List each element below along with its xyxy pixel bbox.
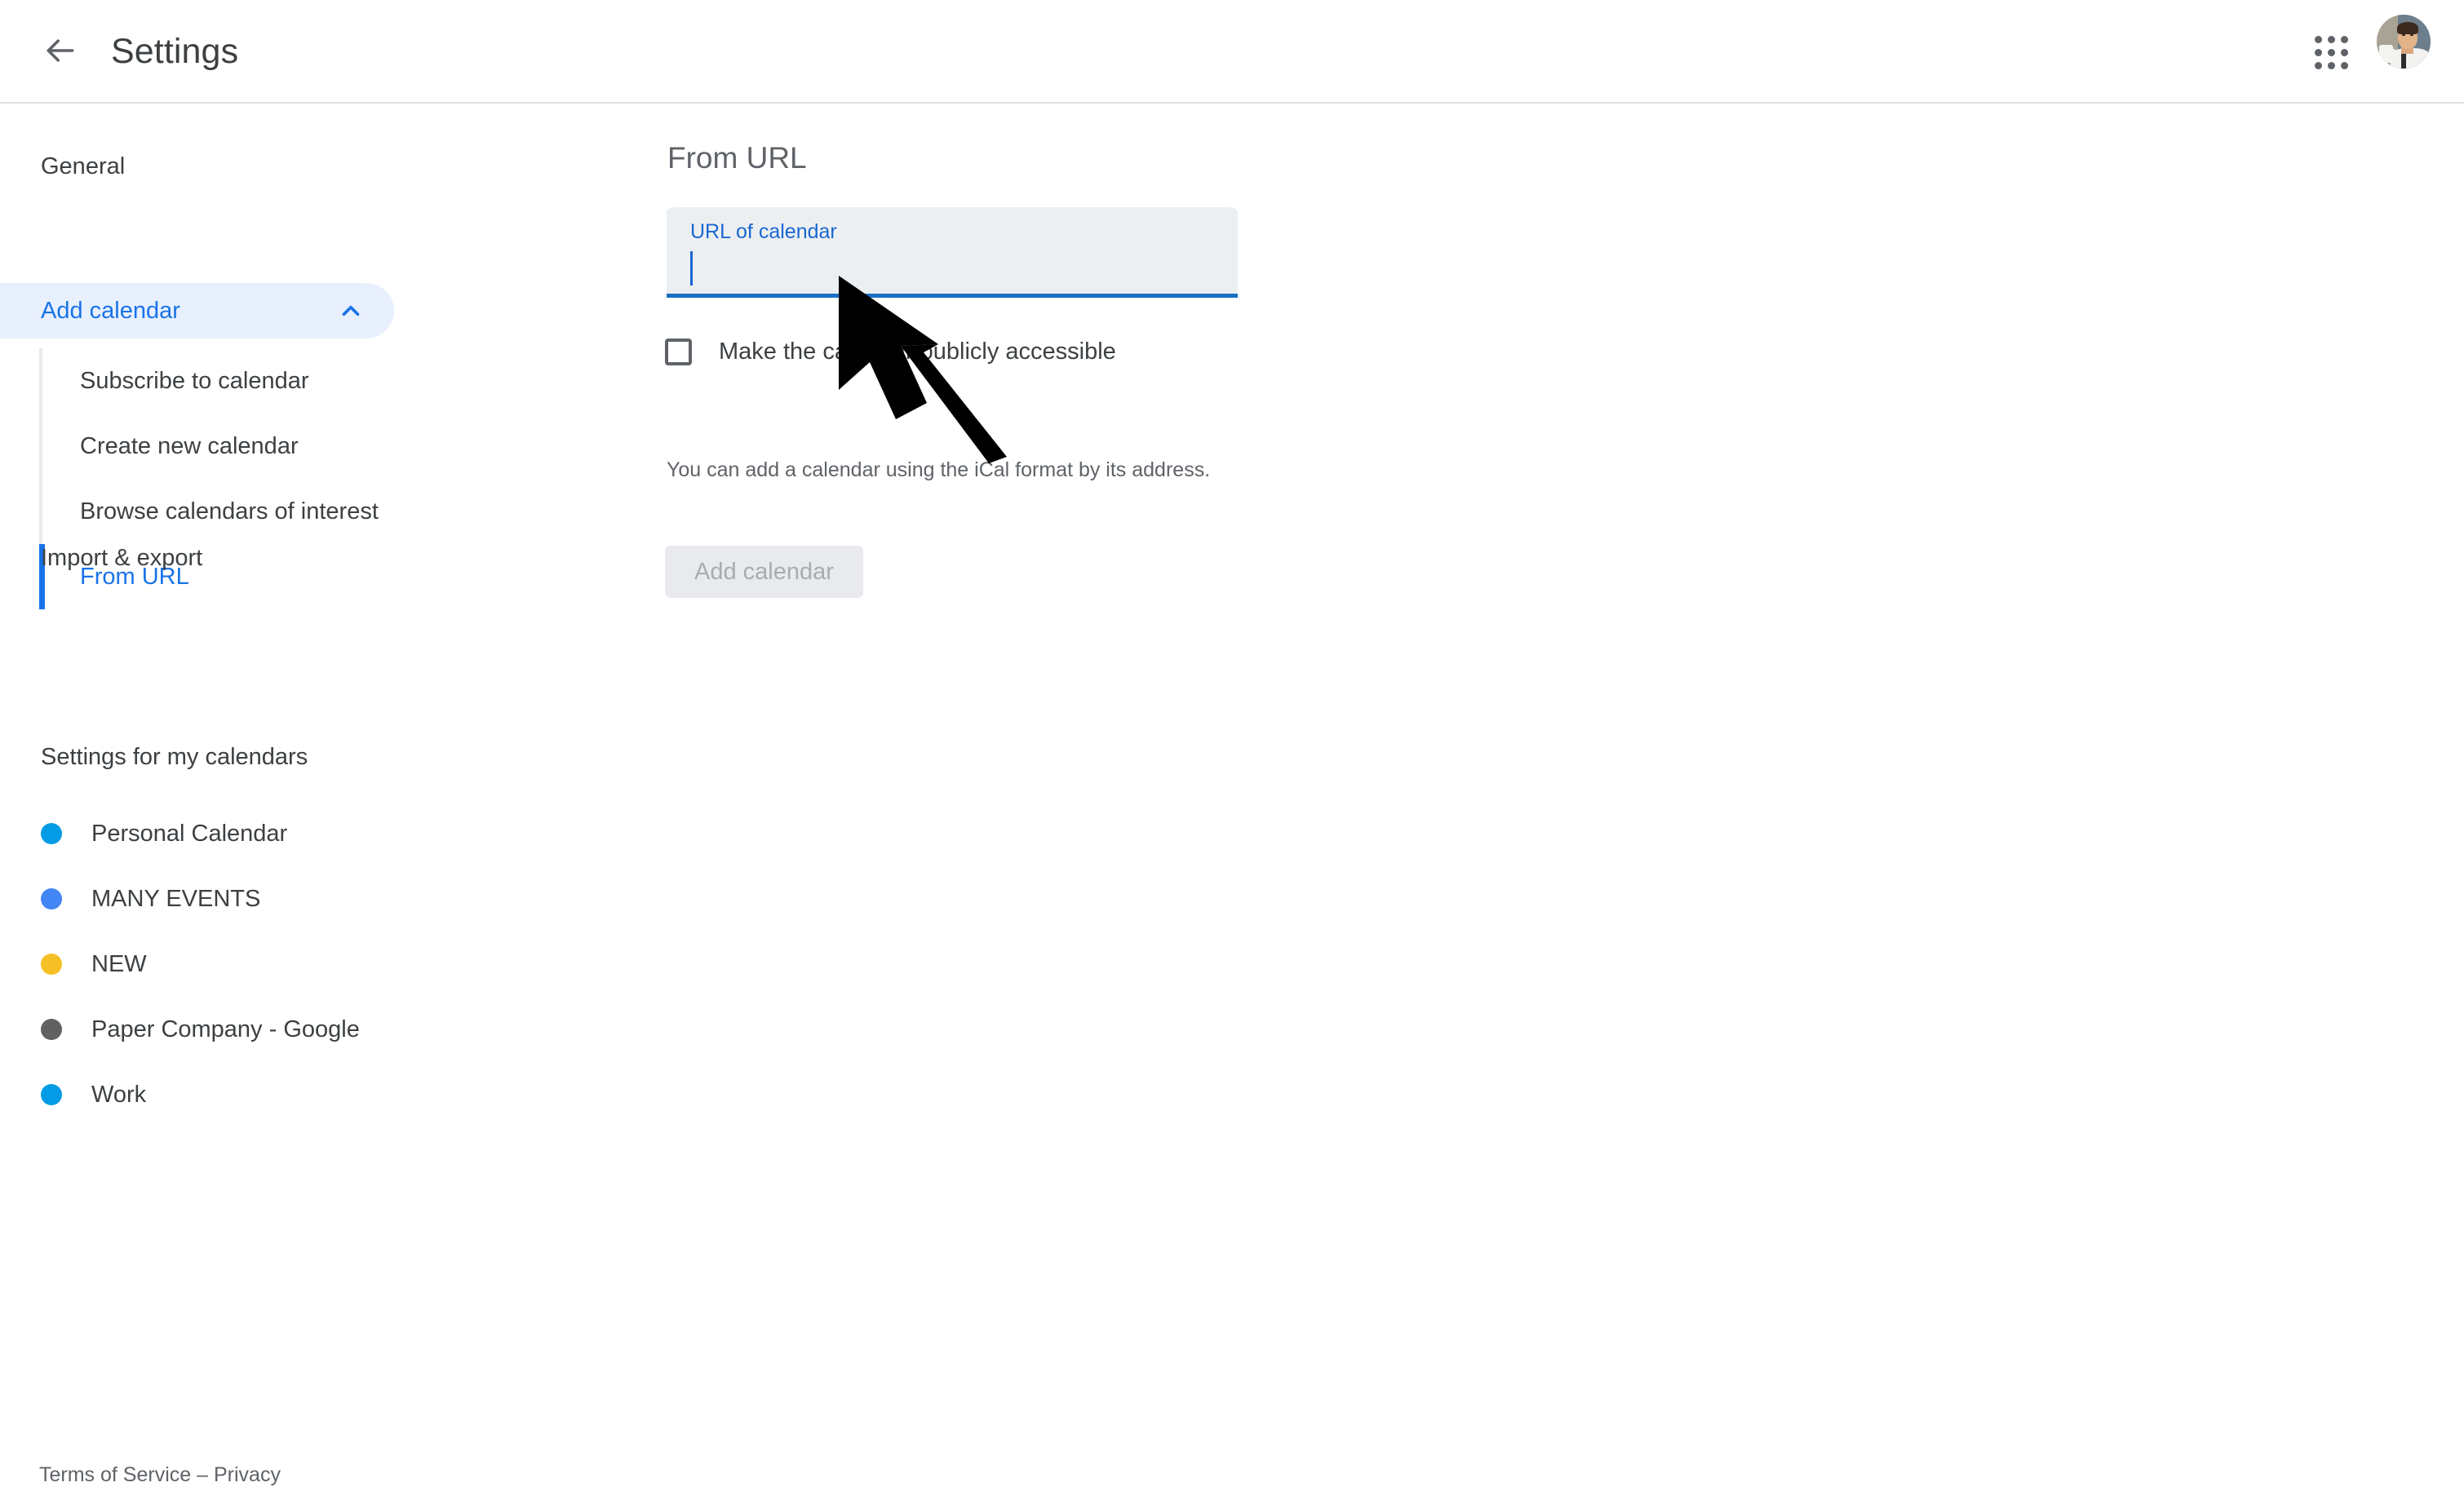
helper-text: You can add a calendar using the iCal fo… [667,458,1211,481]
sidebar-item-subscribe-to-calendar[interactable]: Subscribe to calendar [0,348,490,414]
calendar-name: NEW [91,950,147,977]
add-calendar-button[interactable]: Add calendar [665,546,863,598]
text-caret [690,251,693,285]
list-item[interactable]: Paper Company - Google [0,997,571,1062]
privacy-link[interactable]: Privacy [214,1463,281,1486]
google-apps-grid-icon [2314,35,2348,69]
main-content: From URL URL of calendar Make the calend… [665,104,2464,1398]
sidebar-item-add-calendar[interactable]: Add calendar [0,283,394,339]
url-of-calendar-label: URL of calendar [690,220,837,243]
make-publicly-accessible-row[interactable]: Make the calendar publicly accessible [665,339,1116,365]
user-avatar-image [2377,15,2431,69]
calendar-color-dot [41,954,62,975]
sidebar-item-import-export[interactable]: Import & export [0,531,392,585]
sidebar-item-subscribe-to-calendar-label: Subscribe to calendar [80,367,309,394]
sidebar-item-general[interactable]: General [0,139,392,193]
my-calendars-list: Personal Calendar MANY EVENTS NEW Paper … [0,801,571,1127]
google-apps-grid-button[interactable] [2306,27,2356,77]
field-focus-underline [667,294,1238,298]
list-item[interactable]: MANY EVENTS [0,866,571,932]
list-item[interactable]: Work [0,1062,571,1127]
sidebar-item-import-export-label: Import & export [41,544,203,571]
sidebar-item-browse-calendars-of-interest-label: Browse calendars of interest [80,498,379,524]
make-publicly-accessible-checkbox[interactable] [665,339,692,365]
calendar-name: Paper Company - Google [91,1016,360,1042]
calendar-color-dot [41,1019,62,1040]
calendar-name: MANY EVENTS [91,885,261,912]
settings-sidebar: General Add calendar Subscribe to calend… [0,104,665,1486]
calendar-color-dot [41,823,62,844]
page-title: Settings [111,32,239,71]
terms-of-service-link[interactable]: Terms of Service [39,1463,191,1486]
calendar-name: Work [91,1081,147,1108]
section-title: From URL [667,141,807,175]
back-button[interactable] [39,31,82,73]
avatar[interactable] [2377,15,2431,69]
list-item[interactable]: Personal Calendar [0,801,571,866]
footer-links: Terms of Service – Privacy [39,1463,281,1487]
arrow-left-icon [42,33,78,73]
list-item[interactable]: NEW [0,932,571,997]
sidebar-item-add-calendar-label: Add calendar [41,297,180,324]
sidebar-item-create-new-calendar[interactable]: Create new calendar [0,414,490,479]
calendar-color-dot [41,1084,62,1105]
footer-separator: – [197,1463,209,1486]
calendar-name: Personal Calendar [91,820,288,847]
sidebar-item-general-label: General [41,153,126,179]
make-publicly-accessible-label: Make the calendar publicly accessible [719,339,1116,365]
url-of-calendar-field[interactable]: URL of calendar [667,207,1238,298]
calendar-color-dot [41,888,62,909]
app-header: Settings [0,0,2464,104]
chevron-up-icon[interactable] [337,297,365,325]
my-calendars-heading: Settings for my calendars [41,744,308,770]
sidebar-item-create-new-calendar-label: Create new calendar [80,432,299,459]
